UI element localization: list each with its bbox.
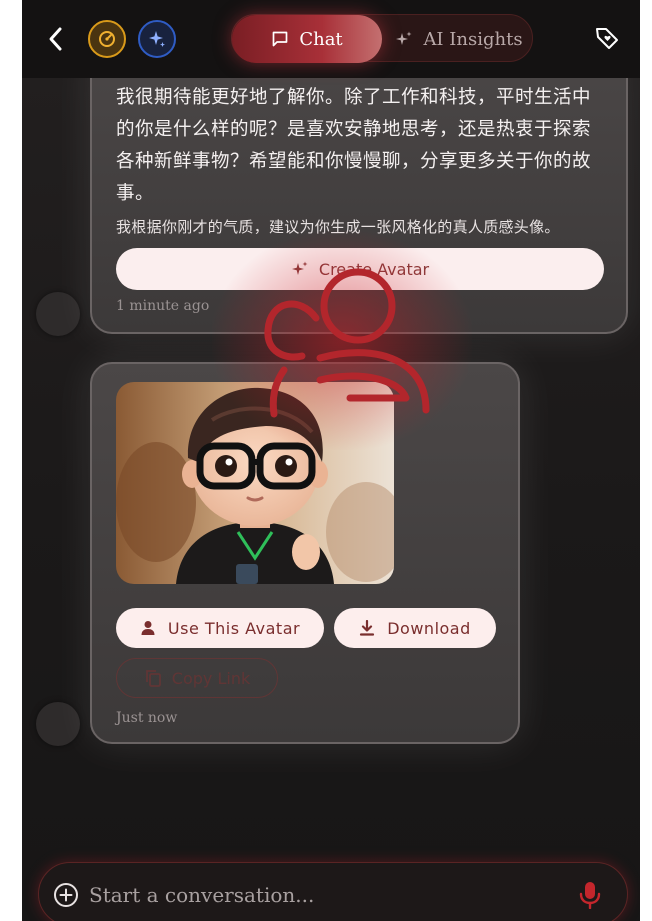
back-button[interactable] [44,25,68,53]
assistant-avatar [36,292,80,336]
microphone-icon[interactable] [579,881,601,909]
sparkles-icon [396,31,412,45]
download-label: Download [387,618,471,638]
chat-screen: Chat AI Insights 我很期待能更好地了解你。除了工作和科技，平时生… [22,0,640,921]
users-icon [264,268,430,418]
copy-link-label: Copy Link [171,668,251,688]
message-suggestion: 我根据你刚才的气质，建议为你生成一张风格化的真人质感头像。 [116,218,560,236]
magic-button[interactable] [138,20,176,58]
copy-link-button[interactable]: Copy Link [116,658,278,698]
download-button[interactable]: Download [334,608,496,648]
mode-tabs: Chat AI Insights [231,14,534,63]
message-composer [38,862,628,921]
plus-circle-icon[interactable] [53,882,79,908]
tab-chat[interactable]: Chat [232,15,382,63]
gauge-button[interactable] [88,20,126,58]
chat-bubble-icon [272,31,288,47]
sparkle-icon [149,31,165,47]
assistant-avatar [36,702,80,746]
tab-ai-insights[interactable]: AI Insights [384,15,534,63]
use-avatar-label: Use This Avatar [167,618,301,638]
tag-button[interactable] [594,25,620,51]
tag-heart-icon [596,28,618,49]
top-bar: Chat AI Insights [22,0,640,78]
tab-ai-insights-label: AI Insights [423,28,523,50]
use-avatar-button[interactable]: Use This Avatar [116,608,324,648]
tab-chat-label: Chat [299,28,343,50]
message-timestamp: 1 minute ago [116,298,210,314]
profile-overlay [250,260,440,422]
chevron-left-icon [49,27,62,51]
copy-icon [145,670,161,687]
message-text: 我很期待能更好地了解你。除了工作和科技，平时生活中的你是什么样的呢？是喜欢安静地… [116,87,592,204]
user-icon [141,621,155,635]
download-icon [360,620,375,636]
message-input[interactable] [89,877,559,913]
gauge-icon [99,31,115,47]
message-timestamp: Just now [116,710,178,726]
